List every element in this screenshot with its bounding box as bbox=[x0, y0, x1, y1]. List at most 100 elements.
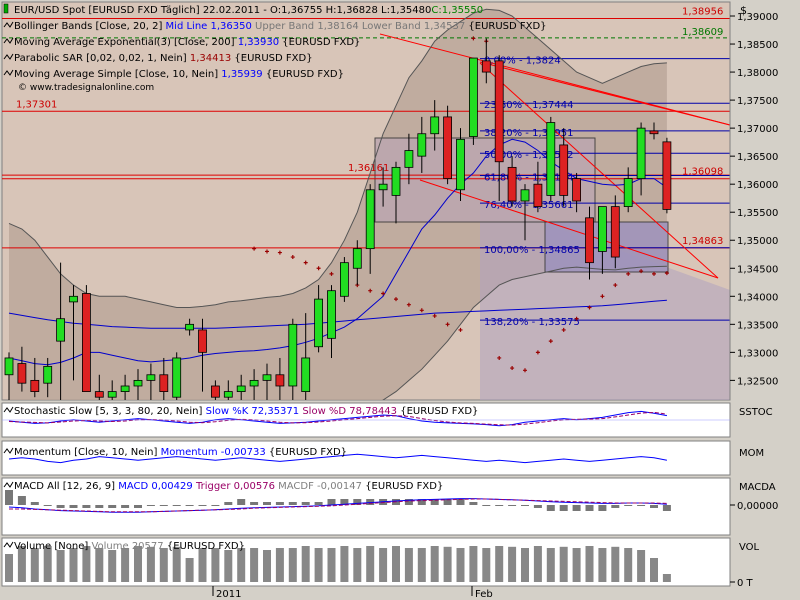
candle bbox=[456, 128, 465, 201]
volume-bar bbox=[288, 548, 297, 582]
candle-body bbox=[520, 189, 530, 202]
volume-bar bbox=[624, 548, 633, 582]
candle-body bbox=[352, 248, 362, 269]
level-label: 1,37301 bbox=[16, 99, 57, 110]
panel-legend: Volume [None] Volume 20577 {EURUSD FXD} bbox=[14, 541, 245, 552]
y-tick-label: 1,33500 bbox=[737, 320, 778, 331]
legend-mid: Mid Line 1,36350 bbox=[166, 21, 252, 32]
volume-bar bbox=[546, 548, 555, 582]
volume-bar bbox=[56, 550, 65, 582]
candle bbox=[82, 285, 91, 392]
volume-bar bbox=[69, 548, 78, 582]
candle-body bbox=[146, 374, 156, 381]
candle-body bbox=[494, 60, 504, 163]
legend-close: C:1,35550 bbox=[431, 5, 483, 16]
macd-histogram-bar bbox=[546, 505, 555, 511]
macd-histogram-bar bbox=[533, 505, 542, 508]
macd-histogram-bar bbox=[43, 505, 52, 506]
candle-body bbox=[468, 57, 478, 137]
macd-histogram-bar bbox=[134, 505, 142, 508]
candle-body bbox=[610, 206, 620, 258]
y-tick-label: 1,35000 bbox=[737, 236, 778, 247]
volume-bar bbox=[482, 548, 491, 582]
macd-histogram-bar bbox=[69, 505, 78, 508]
candle bbox=[339, 257, 349, 302]
macd-histogram-bar bbox=[521, 505, 529, 506]
volume-bar bbox=[95, 548, 104, 582]
macd-tick-label: 0,00000 bbox=[737, 501, 778, 512]
copyright: © www.tradesignalonline.com bbox=[18, 83, 154, 93]
y-tick-label: 1,38500 bbox=[737, 40, 778, 51]
legend-line: Bollinger Bands [Close, 20, 2] Mid Line … bbox=[14, 21, 547, 32]
volume-bar bbox=[533, 546, 542, 582]
candle-body bbox=[662, 141, 672, 210]
volume-bar bbox=[662, 574, 671, 582]
candle-body bbox=[623, 178, 633, 208]
panel-legend: Stochastic Slow [5, 3, 3, 80, 20, Nein] … bbox=[14, 406, 478, 417]
level-label: 1,34863 bbox=[682, 236, 723, 247]
panel-right-label: VOL bbox=[739, 542, 760, 553]
legend-tail: {EURUSD FXD} bbox=[263, 69, 344, 80]
candle-body bbox=[262, 374, 272, 381]
legend-text: Moving Average Simple [Close, 10, Nein] bbox=[14, 69, 221, 80]
macd-histogram-bar bbox=[56, 505, 65, 508]
panel-title: Stochastic Slow [5, 3, 3, 80, 20, Nein] bbox=[14, 406, 206, 417]
volume-bar bbox=[456, 548, 465, 582]
legend-value: 1,34413 bbox=[190, 53, 231, 64]
macd-histogram-bar bbox=[585, 505, 594, 511]
macd-histogram-bar bbox=[108, 505, 117, 508]
candle-body bbox=[649, 130, 659, 135]
series-value: Volume 20577 bbox=[91, 541, 166, 552]
macd-histogram-bar bbox=[224, 502, 233, 505]
candle-body bbox=[314, 298, 324, 348]
legend-value: 1,33930 bbox=[238, 37, 279, 48]
series-value: Trigger 0,00576 bbox=[195, 481, 278, 492]
candle-body bbox=[69, 295, 78, 303]
trading-chart[interactable]: 1,389561,373011,36161 1,360981,348631,386… bbox=[0, 0, 800, 600]
candle-body bbox=[585, 217, 594, 264]
volume-bar bbox=[198, 548, 207, 582]
candle-body bbox=[17, 363, 27, 384]
volume-bar bbox=[314, 548, 323, 582]
candle-body bbox=[533, 183, 543, 208]
volume-bar bbox=[611, 546, 620, 582]
candle bbox=[610, 195, 620, 269]
candle-body bbox=[159, 374, 169, 392]
candle-body bbox=[443, 116, 453, 179]
volume-bar bbox=[417, 548, 426, 582]
y-tick-label: 1,39000 bbox=[737, 12, 778, 23]
panel-title: MACD All [12, 26, 9] bbox=[14, 481, 118, 492]
macd-histogram-bar bbox=[624, 505, 633, 506]
volume-bar bbox=[443, 546, 452, 582]
macd-histogram-bar bbox=[95, 505, 104, 508]
candle-body bbox=[82, 293, 91, 392]
panel-right-label: MOM bbox=[739, 448, 764, 459]
y-tick-label: 1,35500 bbox=[737, 208, 778, 219]
volume-bar bbox=[275, 548, 284, 582]
volume-bar bbox=[430, 546, 439, 582]
candle-body bbox=[107, 391, 117, 398]
volume-bar bbox=[237, 548, 246, 582]
macd-histogram-bar bbox=[237, 499, 246, 505]
legend-tail: {EURUSD FXD} bbox=[279, 37, 360, 48]
series-value: Momentum -0,00733 bbox=[161, 447, 269, 458]
macd-histogram-bar bbox=[469, 502, 478, 505]
volume-bar bbox=[585, 546, 594, 582]
x-label-2011: 2011 bbox=[216, 589, 241, 600]
macd-histogram-bar bbox=[508, 505, 517, 506]
macd-histogram-bar bbox=[30, 502, 39, 505]
volume-bar bbox=[379, 548, 388, 582]
y-tick-label: 1,37000 bbox=[737, 124, 778, 135]
y-tick-label: 1,34000 bbox=[737, 292, 778, 303]
macd-histogram-bar bbox=[482, 505, 491, 506]
macd-histogram-bar bbox=[288, 502, 297, 505]
macd-histogram-bar bbox=[559, 505, 568, 511]
fib-label: 138,20% - 1,33575 bbox=[484, 317, 580, 328]
macd-histogram-bar bbox=[572, 505, 581, 511]
volume-bar bbox=[650, 558, 658, 582]
candle-body bbox=[417, 133, 427, 157]
candle-body bbox=[378, 183, 388, 191]
volume-bar bbox=[263, 550, 271, 582]
candle bbox=[443, 105, 453, 185]
candle-body bbox=[133, 379, 143, 387]
